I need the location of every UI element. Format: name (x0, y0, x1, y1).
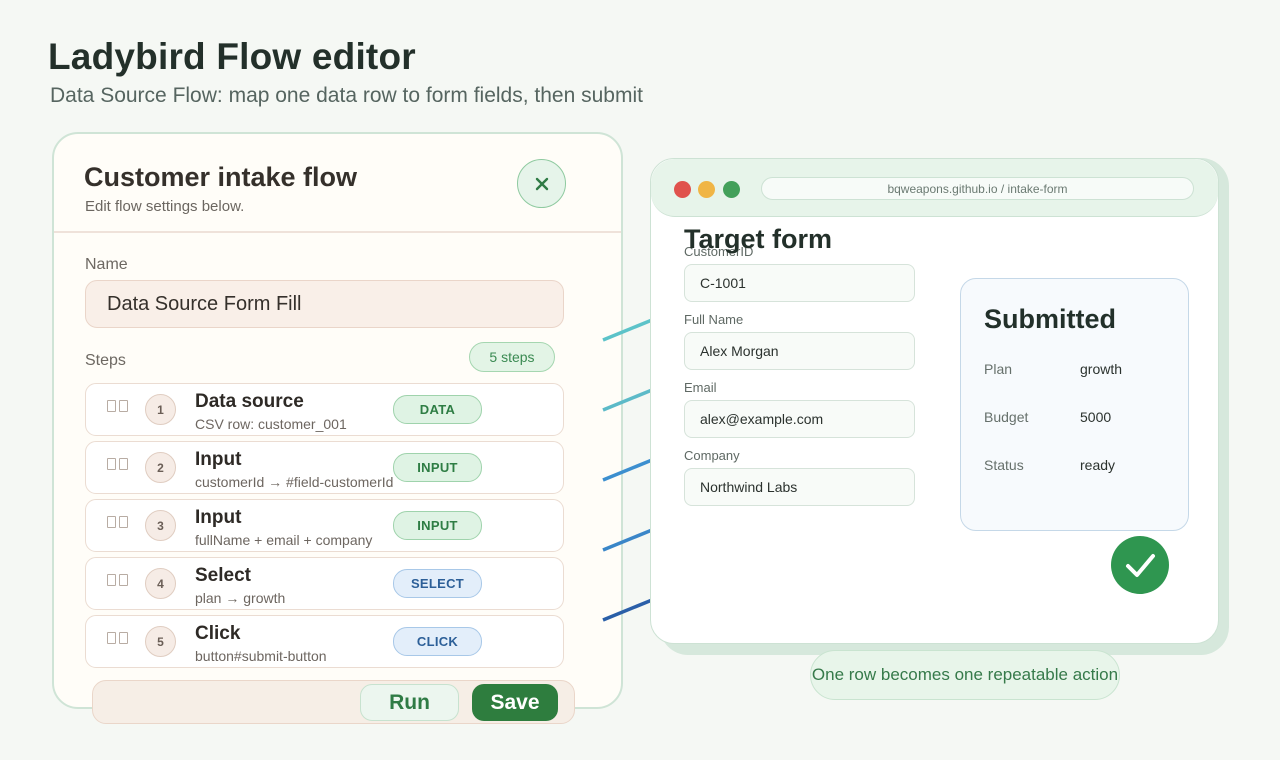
run-button[interactable]: Run (360, 684, 459, 721)
step-number: 4 (145, 568, 176, 599)
step-type-badge: INPUT (393, 453, 482, 482)
name-label: Name (85, 256, 128, 273)
result-key: Budget (984, 409, 1029, 425)
step-row[interactable]: 3 Input fullName + email + company INPUT (85, 499, 564, 552)
maximize-window-dot-icon[interactable] (723, 181, 740, 198)
step-detail: plan → growth (195, 590, 286, 606)
step-title: Click (195, 623, 241, 644)
result-title: Submitted (984, 304, 1116, 334)
checkmark-icon (1111, 536, 1169, 594)
form-field-label: Company (684, 448, 740, 463)
editor-footer: Run Save (92, 680, 575, 724)
page-subtitle: Data Source Flow: map one data row to fo… (50, 84, 643, 107)
full-name-input[interactable]: Alex Morgan (684, 332, 915, 370)
caption-pill: One row becomes one repeatable action (810, 650, 1120, 700)
step-number: 5 (145, 626, 176, 657)
step-number: 1 (145, 394, 176, 425)
drag-handle-icon[interactable] (107, 400, 129, 416)
editor-title: Customer intake flow (84, 162, 358, 192)
result-key: Status (984, 457, 1024, 473)
close-window-dot-icon[interactable] (674, 181, 691, 198)
step-title: Input (195, 449, 242, 470)
result-value: 5000 (1080, 409, 1112, 425)
drag-handle-icon[interactable] (107, 632, 129, 648)
step-row[interactable]: 1 Data source CSV row: customer_001 DATA (85, 383, 564, 436)
step-row[interactable]: 4 Select plan → growth SELECT (85, 557, 564, 610)
address-bar[interactable]: bqweapons.github.io / intake-form (761, 177, 1194, 200)
step-detail: customerId → #field-customerId (195, 474, 394, 490)
flow-editor-panel: Customer intake flow Edit flow settings … (52, 132, 623, 709)
page-title: Ladybird Flow editor (48, 36, 416, 77)
drag-handle-icon[interactable] (107, 574, 129, 590)
step-type-badge: SELECT (393, 569, 482, 598)
form-title: Target form (684, 224, 833, 254)
step-row[interactable]: 5 Click button#submit-button CLICK (85, 615, 564, 668)
step-title: Data source (195, 391, 304, 412)
step-detail: fullName + email + company (195, 532, 373, 548)
step-type-badge: INPUT (393, 511, 482, 540)
result-value: growth (1080, 361, 1123, 377)
result-key: Plan (984, 361, 1013, 377)
drag-handle-icon[interactable] (107, 516, 129, 532)
step-number: 3 (145, 510, 176, 541)
step-title: Input (195, 507, 242, 528)
browser-toolbar: bqweapons.github.io / intake-form (651, 159, 1218, 217)
customer-id-input[interactable]: C-1001 (684, 264, 915, 302)
step-type-badge: CLICK (393, 627, 482, 656)
step-number: 2 (145, 452, 176, 483)
step-title: Select (195, 565, 251, 586)
steps-count-badge: 5 steps (469, 342, 555, 372)
step-row[interactable]: 2 Input customerId → #field-customerId I… (85, 441, 564, 494)
minimize-window-dot-icon[interactable] (698, 181, 715, 198)
form-field-label: Email (684, 380, 717, 395)
form-field-label: Full Name (684, 312, 744, 327)
close-icon (535, 177, 548, 190)
drag-handle-icon[interactable] (107, 458, 129, 474)
editor-subtitle: Edit flow settings below. (85, 198, 245, 215)
company-input[interactable]: Northwind Labs (684, 468, 915, 506)
submitted-result-card: Submitted Plan growth Budget 5000 Status… (960, 278, 1189, 531)
step-type-badge: DATA (393, 395, 482, 424)
result-value: ready (1080, 457, 1116, 473)
editor-header: Customer intake flow Edit flow settings … (54, 134, 621, 233)
email-input[interactable]: alex@example.com (684, 400, 915, 438)
step-detail: CSV row: customer_001 (195, 416, 347, 432)
close-button[interactable] (517, 159, 566, 208)
steps-label: Steps (85, 352, 126, 369)
save-button[interactable]: Save (472, 684, 558, 721)
step-detail: button#submit-button (195, 648, 327, 664)
flow-name-input[interactable]: Data Source Form Fill (85, 280, 564, 328)
